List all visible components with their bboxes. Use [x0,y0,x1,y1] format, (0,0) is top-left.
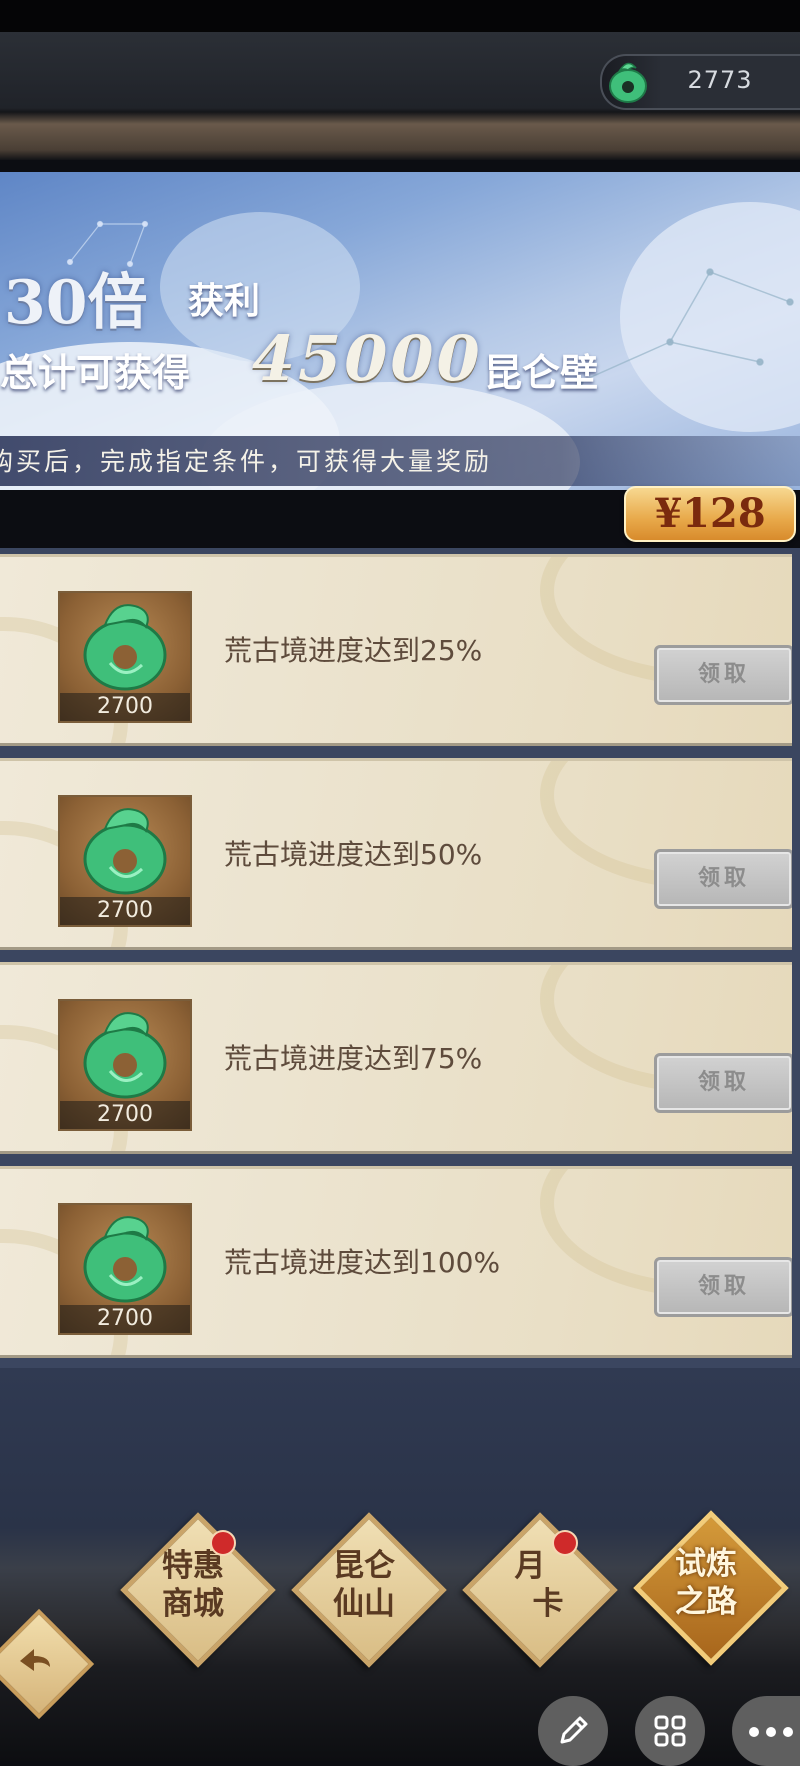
jade-pendant-icon [83,604,167,691]
task-row: 2700 荒古境进度达到25% 领取 [0,554,792,746]
jade-pendant-icon [83,1012,167,1099]
reward-icon: 2700 [58,795,192,927]
task-list: 2700 荒古境进度达到25% 领取 2700 荒古境进度达到50% 领取 27… [0,548,800,1368]
banner-total-amount: 45000 [252,322,483,395]
task-row: 2700 荒古境进度达到50% 领取 [0,758,792,950]
claim-button[interactable]: 领取 [654,645,792,705]
currency-value: 2773 [687,66,753,94]
task-title: 荒古境进度达到25% [224,634,483,667]
reward-quantity: 2700 [60,693,190,721]
reward-icon: 2700 [58,1203,192,1335]
banner-currency-name: 昆仑壁 [484,351,599,395]
more-dots-icon [749,1727,793,1737]
buy-price-button[interactable]: ¥128 [624,486,796,542]
jade-pendant-icon [83,1216,167,1303]
banner-description: 购买后，完成指定条件，可获得大量奖励 [0,447,493,476]
jade-pendant-icon [83,808,167,895]
task-row: 2700 荒古境进度达到100% 领取 [0,1166,792,1358]
constellation-decoration [576,268,794,386]
edit-pencil-icon [560,1716,588,1744]
banner-total-prefix: 总计可获得 [0,351,191,395]
claim-button[interactable]: 领取 [654,1257,792,1317]
claim-button[interactable]: 领取 [654,849,792,909]
jade-pendant-icon [609,62,647,103]
tab-kunlun-mountain-label: 昆仑 仙山 [333,1548,395,1622]
banner-multiplier: 30倍 [4,268,148,338]
reward-icon: 2700 [58,999,192,1131]
task-title: 荒古境进度达到75% [224,1042,483,1075]
reward-quantity: 2700 [60,897,190,925]
notification-dot [210,1530,236,1556]
reward-quantity: 2700 [60,1101,190,1129]
promo-banner: 30倍 获利 总计可获得 45000 昆仑壁 购买后，完成指定条件，可获得大量奖… [0,172,800,490]
task-title: 荒古境进度达到50% [224,838,483,871]
banner-profit-label: 获利 [188,281,261,322]
reward-icon: 2700 [58,591,192,723]
reward-quantity: 2700 [60,1305,190,1333]
task-title: 荒古境进度达到100% [224,1246,501,1279]
tab-trial-road-label: 试炼 之路 [675,1546,737,1620]
notification-dot [552,1530,578,1556]
grid-apps-icon [654,1715,686,1747]
claim-button[interactable]: 领取 [654,1053,792,1113]
back-arrow-icon [20,1649,50,1671]
task-row: 2700 荒古境进度达到75% 领取 [0,962,792,1154]
